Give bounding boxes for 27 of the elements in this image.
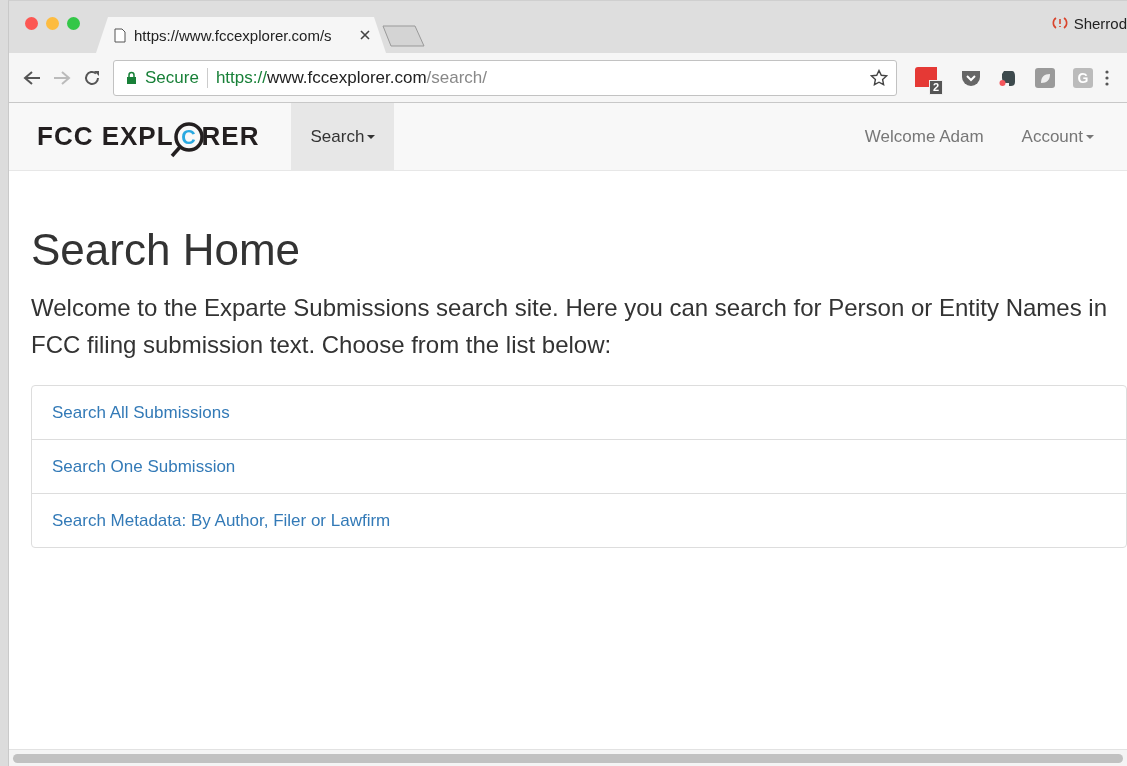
lock-icon <box>126 71 137 84</box>
browser-tab[interactable]: https://www.fccexplorer.com/s <box>96 17 386 53</box>
search-option-link[interactable]: Search One Submission <box>32 439 1126 493</box>
menu-icon[interactable] <box>1105 69 1109 86</box>
extension-icon[interactable]: 2 <box>915 66 943 95</box>
secure-label: Secure <box>145 67 199 88</box>
back-icon[interactable] <box>23 69 41 86</box>
page-icon <box>114 27 126 43</box>
leaf-icon[interactable] <box>1035 67 1055 88</box>
pocket-icon[interactable] <box>961 68 981 87</box>
nav-menu-item[interactable]: Account <box>1002 103 1113 170</box>
nav-menu-item[interactable]: Welcome Adam <box>845 103 1003 170</box>
address-bar[interactable]: Secure https://www.fccexplorer.com/search/ <box>113 59 897 96</box>
reload-icon[interactable] <box>83 68 101 87</box>
scrollbar-thumb[interactable] <box>13 753 1123 763</box>
intro-text: Welcome to the Exparte Submissions search site. Here you can search for Person or Entity Names in FCC filing submission text. Choose from the list below: <box>31 293 1109 360</box>
sync-error-icon <box>1051 16 1068 30</box>
search-option-link[interactable]: Search Metadata: By Author, Filer or Lawfirm <box>32 493 1126 547</box>
tab-title: https://www.fccexplorer.com/s <box>134 26 333 44</box>
extension-badge: 2 <box>928 79 943 95</box>
page-title: Search Home <box>31 225 301 275</box>
profile-name[interactable]: Sherrod <box>1073 14 1127 32</box>
url-text: https://www.fccexplorer.com/search/ <box>215 67 488 88</box>
nav-menu-item[interactable]: Search <box>291 103 395 170</box>
close-icon[interactable] <box>360 30 370 40</box>
search-option-link[interactable]: Search All Submissions <box>32 386 1126 439</box>
star-icon[interactable] <box>870 68 888 87</box>
